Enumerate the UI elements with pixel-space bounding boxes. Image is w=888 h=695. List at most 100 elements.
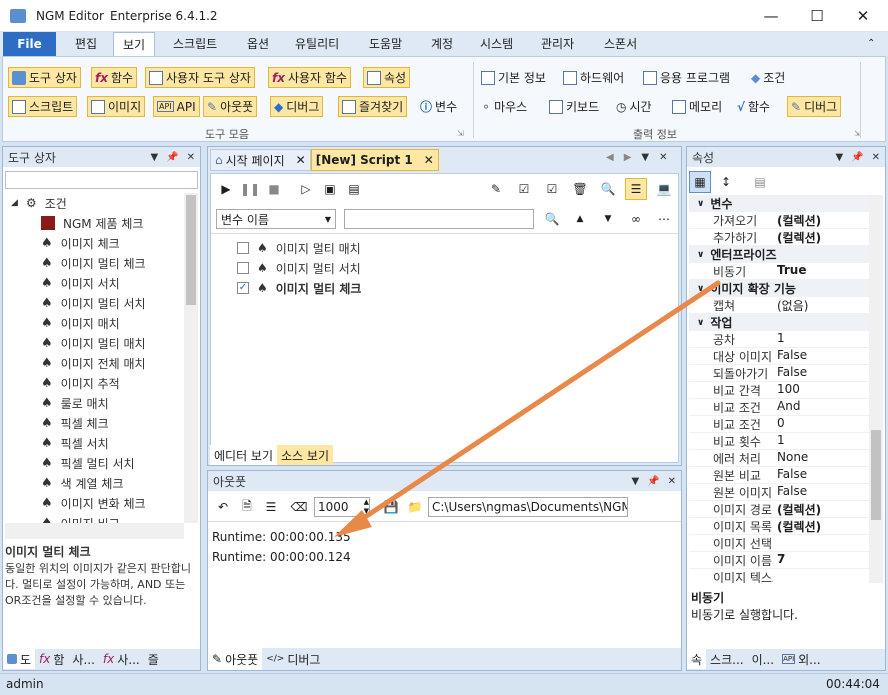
ribbon-image-button[interactable]: 이미지 — [87, 96, 146, 117]
menu-sponsor[interactable]: 스폰서 — [595, 32, 646, 56]
chevron-down-icon[interactable]: ∨ — [697, 199, 704, 209]
tab-script-props[interactable]: 스크... — [706, 649, 748, 669]
property-row[interactable]: 비교 조건 0 — [689, 416, 869, 433]
close-icon[interactable]: ✕ — [668, 476, 676, 487]
tab-start-page[interactable]: ⌂ 시작 페이지 ✕ — [210, 149, 311, 171]
screen-icon[interactable]: 💻 — [653, 178, 675, 200]
property-row[interactable]: 비교 조건 And — [689, 399, 869, 416]
new-file-icon[interactable]: 🗎 — [236, 496, 258, 518]
property-row[interactable]: 이미지 텍스트 — [689, 569, 869, 583]
menu-utility[interactable]: 유틸리티 — [286, 32, 348, 56]
script-line[interactable]: ♠ 이미지 멀티 매치 — [237, 238, 361, 258]
menu-options[interactable]: 옵션 — [238, 32, 278, 56]
save-icon[interactable]: 💾 — [380, 496, 402, 518]
close-icon[interactable]: ✕ — [872, 152, 880, 163]
tab-function[interactable]: fx 함 — [35, 649, 68, 669]
script-line[interactable]: ✓ ♠ 이미지 멀티 체크 — [237, 278, 361, 298]
property-row[interactable]: 되돌아가기 False — [689, 365, 869, 382]
ribbon-function-button[interactable]: fx 함수 — [91, 67, 138, 88]
menu-view[interactable]: 보기 — [113, 32, 156, 56]
delete-icon[interactable]: 🗑 — [569, 178, 591, 200]
property-row[interactable]: 원본 비교 False — [689, 467, 869, 484]
group-launcher-icon[interactable]: ⇲ — [457, 129, 464, 138]
alphabetical-icon[interactable]: ↕ — [715, 171, 737, 193]
close-icon[interactable]: ✕ — [659, 152, 667, 163]
property-row[interactable]: 이미지 목록 (컬렉션) — [689, 518, 869, 535]
tree-root[interactable]: ◢ ⚙ 조건 — [11, 193, 187, 213]
dropdown-icon[interactable]: ▼ — [835, 152, 843, 163]
property-pages-icon[interactable]: ▤ — [749, 171, 771, 193]
pin-icon[interactable]: 📌 — [166, 152, 178, 163]
toolbox-item[interactable]: ♠ 픽셀 서치 — [11, 433, 187, 453]
down-icon[interactable]: ▼ — [597, 208, 619, 230]
toolbox-item[interactable]: ♠ 이미지 체크 — [11, 233, 187, 253]
tab-external-props[interactable]: API 외... — [778, 649, 825, 669]
list-icon[interactable]: ☰ — [260, 496, 282, 518]
ribbon-properties-button[interactable]: 속성 — [363, 67, 411, 88]
chevron-down-icon[interactable]: ∨ — [697, 284, 704, 294]
ribbon-script-button[interactable]: 스크립트 — [8, 96, 78, 117]
close-icon[interactable]: ✕ — [187, 152, 195, 163]
step-icon[interactable]: ▷ — [295, 178, 317, 200]
property-category[interactable]: ∨ 변수 — [689, 195, 869, 212]
tree-view-icon[interactable]: ☰ — [625, 178, 647, 200]
edit-icon[interactable]: ✎ — [485, 178, 507, 200]
property-row[interactable]: 공차 1 — [689, 331, 869, 348]
property-row[interactable]: 원본 이미지 False — [689, 484, 869, 501]
property-row[interactable]: 추가하기 (컬렉션) — [689, 229, 869, 246]
tab-source-view[interactable]: 소스 보기 — [277, 445, 333, 465]
menu-file[interactable]: File — [3, 32, 56, 56]
property-row[interactable]: 에러 처리 None — [689, 450, 869, 467]
property-category[interactable]: ∨ 이미지 확장 기능 — [689, 280, 869, 297]
toolbox-item[interactable]: ♠ 이미지 멀티 체크 — [11, 253, 187, 273]
toolbox-item[interactable]: ♠ 이미지 멀티 서치 — [11, 293, 187, 313]
tab-output[interactable]: ✎ 아웃풋 — [208, 648, 263, 670]
menu-edit[interactable]: 편집 — [66, 32, 106, 56]
menu-admin[interactable]: 관리자 — [532, 32, 583, 56]
checkbox[interactable] — [237, 242, 249, 254]
property-category[interactable]: ∨ 작업 — [689, 314, 869, 331]
output-keyboard-button[interactable]: 키보드 — [547, 96, 601, 117]
toolbox-item[interactable]: ♠ 이미지 추적 — [11, 373, 187, 393]
next-tab-icon[interactable]: ▶ — [624, 152, 632, 163]
pin-icon[interactable]: 📌 — [851, 152, 863, 163]
menu-script[interactable]: 스크립트 — [164, 32, 226, 56]
output-condition-button[interactable]: ◆ 조건 — [749, 67, 787, 88]
tab-script-1[interactable]: [New] Script 1 ✕ — [310, 149, 439, 171]
play-icon[interactable]: ▶ — [215, 178, 237, 200]
ribbon-user-toolbox-button[interactable]: 사용자 도구 상자 — [145, 67, 255, 88]
ribbon-api-button[interactable]: API API — [153, 96, 200, 117]
property-row[interactable]: 이미지 선택 — [689, 535, 869, 552]
step-over-icon[interactable]: ▤ — [343, 178, 365, 200]
menu-account[interactable]: 계정 — [422, 32, 462, 56]
output-basic-info-button[interactable]: 기본 정보 — [479, 67, 548, 88]
minimize-icon[interactable]: — — [748, 0, 794, 32]
dropdown-icon[interactable]: ▼ — [150, 152, 158, 163]
output-application-button[interactable]: 응용 프로그램 — [641, 67, 732, 88]
variable-select[interactable]: 변수 이름 ▼ — [216, 209, 336, 229]
checkbox[interactable]: ✓ — [237, 282, 249, 294]
menu-help[interactable]: 도움말 — [360, 32, 411, 56]
toolbox-hscrollbar[interactable] — [5, 523, 184, 539]
wrap-icon[interactable]: ↶ — [212, 496, 234, 518]
toolbox-item[interactable]: ♠ 이미지 매치 — [11, 313, 187, 333]
tab-properties[interactable]: 속 — [687, 649, 707, 669]
toolbox-item[interactable]: ♠이미지 비교 — [11, 513, 187, 524]
tab-debug[interactable]: </> 디버그 — [262, 648, 324, 670]
tab-toolbox[interactable]: 도 — [3, 649, 36, 669]
search-icon[interactable]: 🔍 — [597, 178, 619, 200]
output-path-input[interactable]: C:\Users\ngmas\Documents\NGM6\ — [428, 497, 628, 517]
property-row[interactable]: 이미지 이름 7 — [689, 552, 869, 569]
more-icon[interactable]: ⋯ — [653, 208, 675, 230]
eraser-icon[interactable]: ⌫ — [288, 496, 310, 518]
properties-scrollbar[interactable] — [869, 195, 883, 583]
prev-tab-icon[interactable]: ◀ — [606, 152, 614, 163]
output-function-button[interactable]: √ 함수 — [735, 96, 772, 117]
toolbox-item[interactable]: ♠ 룰로 매치 — [11, 393, 187, 413]
output-hardware-button[interactable]: 하드웨어 — [561, 67, 626, 88]
tab-image-props[interactable]: 이... — [748, 649, 778, 669]
output-memory-button[interactable]: 메모리 — [670, 96, 724, 117]
tab-favorites[interactable]: 즐 — [144, 649, 163, 669]
tab-user-toolbox[interactable]: 사... — [68, 649, 98, 669]
search-icon[interactable]: 🔍 — [541, 208, 563, 230]
